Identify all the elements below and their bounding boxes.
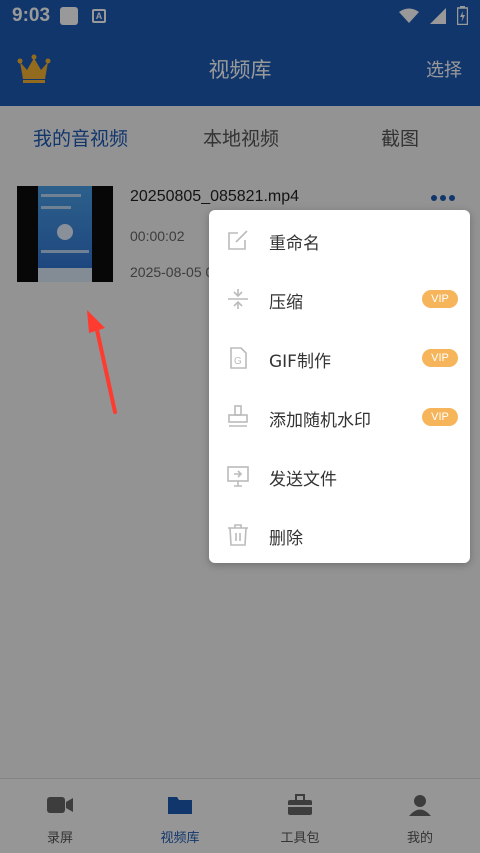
menu-item-compress[interactable]: 压缩 VIP xyxy=(209,269,470,328)
vip-badge: VIP xyxy=(422,349,458,367)
stamp-icon xyxy=(228,405,248,427)
menu-item-rename[interactable]: 重命名 xyxy=(209,210,470,269)
trash-icon xyxy=(228,524,248,546)
gif-icon: G xyxy=(230,347,247,369)
menu-label: 发送文件 xyxy=(269,470,337,490)
menu-item-delete[interactable]: 删除 xyxy=(209,505,470,564)
svg-text:G: G xyxy=(234,356,242,367)
vip-badge: VIP xyxy=(422,290,458,308)
context-menu: 重命名 压缩 VIP G GIF制作 VIP 添加随机水印 VIP 发送文件 删… xyxy=(209,210,470,563)
menu-label: GIF制作 xyxy=(269,352,331,372)
compress-icon xyxy=(228,289,248,309)
menu-label: 添加随机水印 xyxy=(269,411,371,431)
send-icon xyxy=(227,466,249,487)
menu-item-send[interactable]: 发送文件 xyxy=(209,446,470,505)
menu-item-gif[interactable]: G GIF制作 VIP xyxy=(209,328,470,387)
menu-label: 压缩 xyxy=(269,293,303,313)
arrow-icon xyxy=(87,310,117,414)
menu-item-watermark[interactable]: 添加随机水印 VIP xyxy=(209,387,470,446)
edit-icon xyxy=(228,230,248,250)
menu-label: 删除 xyxy=(269,529,303,549)
menu-label: 重命名 xyxy=(269,234,320,254)
vip-badge: VIP xyxy=(422,408,458,426)
